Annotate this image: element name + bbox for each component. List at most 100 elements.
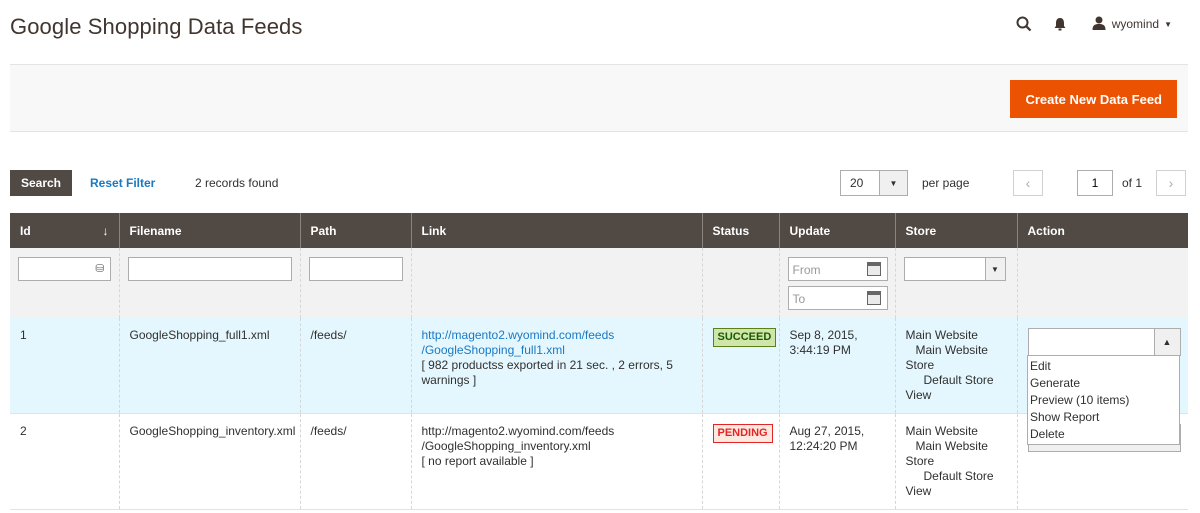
menu-item-preview[interactable]: Preview (10 items)	[1030, 392, 1177, 409]
update-date: Sep 8, 2015,	[789, 328, 858, 342]
filter-cell: ⛁	[10, 248, 119, 318]
chevron-down-icon: ▼	[984, 258, 1005, 280]
range-filter-icon: ⛁	[95, 263, 105, 275]
store-website: Main Website	[905, 424, 978, 438]
header-actions: wyomind ▼	[1006, 12, 1172, 36]
filter-cell	[410, 248, 702, 318]
menu-item-show-report[interactable]: Show Report	[1030, 409, 1177, 426]
filename-filter-input[interactable]	[127, 257, 292, 281]
filter-cell	[701, 248, 779, 318]
records-count: 2 records found	[195, 176, 279, 190]
filter-cell	[118, 248, 300, 318]
feed-link[interactable]: http://magento2.wyomind.com/feeds/Google…	[422, 328, 692, 358]
user-name: wyomind	[1111, 17, 1160, 31]
page-total: of 1	[1122, 176, 1143, 190]
sort-arrow-icon: ↓	[102, 223, 109, 238]
store-group-cont: Store	[905, 454, 935, 468]
next-page-button[interactable]: ›	[1156, 170, 1187, 196]
cell-update: Aug 27, 2015, 12:24:20 PM	[778, 413, 895, 510]
chevron-down-icon[interactable]: ▼	[880, 170, 908, 196]
date-from-input[interactable]: From	[787, 257, 888, 281]
search-icon[interactable]	[1006, 12, 1042, 36]
previous-page-button[interactable]: ‹	[1013, 170, 1043, 196]
id-filter-input[interactable]: ⛁	[18, 257, 111, 281]
feed-link-line: /GoogleShopping_full1.xml	[421, 343, 565, 357]
feed-link[interactable]: http://magento2.wyomind.com/feeds/Google…	[422, 424, 692, 454]
column-header-id[interactable]: Id ↓	[10, 213, 119, 248]
cell-status: SUCCEED	[701, 318, 779, 414]
date-to-input[interactable]: To	[787, 286, 888, 310]
cell-status: PENDING	[701, 413, 779, 510]
filter-row: ⛁ From To ▼	[10, 248, 1188, 318]
action-dropdown-menu: Edit Generate Preview (10 items) Show Re…	[1027, 355, 1180, 445]
per-page-control: 20 ▼ per page	[840, 170, 969, 196]
column-header-link[interactable]: Link	[410, 213, 702, 248]
date-to-placeholder: To	[792, 292, 806, 306]
store-group: Main Website	[915, 439, 988, 453]
calendar-icon[interactable]	[866, 291, 881, 305]
search-button[interactable]: Search	[10, 170, 72, 196]
calendar-icon[interactable]	[866, 262, 881, 276]
cell-path: /feeds/	[299, 413, 411, 510]
user-menu[interactable]: wyomind ▼	[1092, 16, 1172, 33]
column-header-update[interactable]: Update	[778, 213, 895, 248]
menu-item-edit[interactable]: Edit	[1030, 358, 1177, 375]
update-time: 3:44:19 PM	[789, 343, 851, 357]
action-select[interactable]: ▲	[1027, 328, 1181, 356]
status-badge: PENDING	[712, 424, 773, 443]
feed-link-line: http://magento2.wyomind.com/feeds	[421, 328, 615, 342]
feed-link-line: http://magento2.wyomind.com/feeds	[421, 424, 615, 438]
cell-update: Sep 8, 2015, 3:44:19 PM	[778, 318, 895, 414]
status-badge: SUCCEED	[712, 328, 777, 347]
table-row[interactable]: 2 GoogleShopping_inventory.xml /feeds/ h…	[10, 413, 1188, 510]
store-group: Main Website	[915, 343, 988, 357]
feed-report: [ no report available ]	[421, 454, 534, 468]
column-label: Id	[20, 223, 31, 238]
store-view: Default Store	[923, 469, 994, 483]
column-header-action[interactable]: Action	[1016, 213, 1188, 248]
filter-cell	[1016, 248, 1188, 318]
reset-filter-link[interactable]: Reset Filter	[90, 176, 155, 190]
data-feeds-grid: Id ↓ Filename Path Link Status Update Sto…	[10, 213, 1188, 510]
cell-store: Main Website Main Website Store Default …	[894, 318, 1017, 414]
update-date: Aug 27, 2015,	[789, 424, 865, 438]
per-page-label: per page	[922, 176, 970, 190]
path-filter-input[interactable]	[308, 257, 403, 281]
user-icon	[1092, 16, 1106, 33]
per-page-select[interactable]: 20	[840, 170, 880, 196]
page-number-input[interactable]	[1077, 170, 1113, 196]
table-row[interactable]: 1 GoogleShopping_full1.xml /feeds/ http:…	[10, 318, 1188, 414]
column-header-filename[interactable]: Filename	[118, 213, 300, 248]
cell-id: 2	[10, 413, 119, 510]
column-header-store[interactable]: Store	[894, 213, 1017, 248]
store-filter-select[interactable]: ▼	[903, 257, 1006, 281]
cell-id: 1	[10, 318, 119, 414]
cell-path: /feeds/	[299, 318, 411, 414]
store-view: Default Store	[923, 373, 994, 387]
menu-item-generate[interactable]: Generate	[1030, 375, 1177, 392]
date-from-placeholder: From	[792, 263, 821, 277]
store-view-cont: View	[905, 388, 932, 402]
chevron-up-icon: ▲	[1153, 329, 1180, 355]
cell-link: http://magento2.wyomind.com/feeds/Google…	[410, 413, 702, 510]
filter-cell: ▼	[894, 248, 1017, 318]
feed-link-line: /GoogleShopping_inventory.xml	[421, 439, 591, 453]
bell-icon[interactable]	[1042, 12, 1078, 36]
grid-header-row: Id ↓ Filename Path Link Status Update Sto…	[10, 213, 1188, 248]
feed-report: [ 982 productss exported in 21 sec. , 2 …	[421, 358, 673, 387]
cell-store: Main Website Main Website Store Default …	[894, 413, 1017, 510]
filter-cell: From To	[778, 248, 895, 318]
filter-cell	[299, 248, 411, 318]
column-header-path[interactable]: Path	[299, 213, 411, 248]
menu-item-delete[interactable]: Delete	[1030, 426, 1177, 443]
create-new-data-feed-button[interactable]: Create New Data Feed	[1010, 80, 1177, 118]
chevron-down-icon: ▼	[1164, 19, 1172, 29]
cell-link: http://magento2.wyomind.com/feeds/Google…	[410, 318, 702, 414]
cell-filename: GoogleShopping_full1.xml	[118, 318, 300, 414]
store-group-cont: Store	[905, 358, 935, 372]
column-header-status[interactable]: Status	[701, 213, 779, 248]
grid-toolbar: Search Reset Filter 2 records found 20 ▼…	[10, 170, 1188, 196]
store-view-cont: View	[905, 484, 932, 498]
page-actions-bar: Create New Data Feed	[10, 64, 1188, 132]
update-time: 12:24:20 PM	[789, 439, 858, 453]
